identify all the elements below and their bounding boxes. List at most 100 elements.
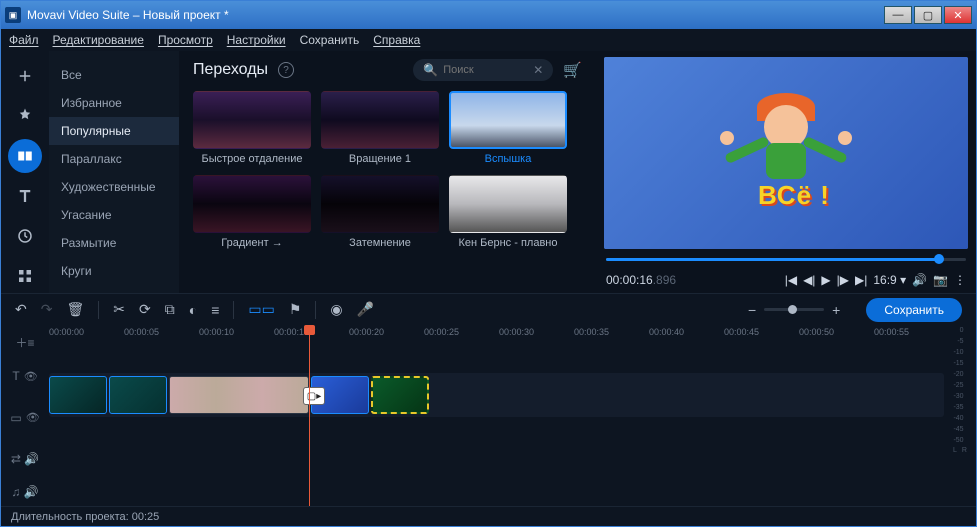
thumb-image [321, 175, 439, 233]
record-video-button[interactable]: ◉ [330, 301, 342, 318]
zoom-out-button[interactable]: − [748, 302, 756, 318]
titles-track-header[interactable]: T 👁 [12, 362, 37, 389]
video-track-header[interactable]: ▭ 👁 [10, 396, 39, 439]
category-item[interactable]: Угасание [49, 201, 179, 229]
browser-header: Переходы ? 🔍 ✕ 🛒 [193, 59, 582, 81]
maximize-button[interactable]: ▢ [914, 6, 942, 24]
category-item[interactable]: Круги [49, 257, 179, 285]
category-item[interactable]: Все [49, 61, 179, 89]
undo-button[interactable]: ↶ [15, 301, 27, 318]
timeline-area: ＋≡ T 👁 ▭ 👁 ⇄ 🔊 ♫ 🔊 00:00:0000:00:0500:00… [1, 325, 976, 506]
clear-search-icon[interactable]: ✕ [533, 63, 543, 77]
search-box[interactable]: 🔍 ✕ [413, 59, 553, 81]
preview-pane: ВСё ! 00:00:16.896 |◀ ◀| ▶ |▶ ▶| 16:9 ▾ … [596, 51, 976, 293]
marker-button[interactable]: ⚑ [289, 301, 302, 318]
time-ruler[interactable]: 00:00:0000:00:0500:00:1000:00:1500:00:20… [49, 325, 944, 343]
zoom-slider[interactable] [764, 308, 824, 311]
search-input[interactable] [443, 64, 533, 76]
menu-settings[interactable]: Настройки [227, 33, 286, 47]
crop-button[interactable]: ⧉ [165, 301, 175, 318]
playhead[interactable] [309, 325, 310, 506]
more-tool[interactable] [8, 259, 42, 293]
transition-wizard-button[interactable]: ▭▭ [248, 301, 274, 318]
close-button[interactable]: ✕ [944, 6, 972, 24]
thumb-label: Вращение 1 [321, 153, 439, 165]
meter-tick: -5 [957, 338, 963, 345]
rotate-button[interactable]: ⟳ [139, 301, 151, 318]
prev-frame-button[interactable]: ◀| [803, 273, 815, 287]
snapshot-icon[interactable]: 📷 [933, 273, 948, 287]
search-icon: 🔍 [423, 63, 438, 77]
timeline-toolbar: ↶ ↷ 🗑 ✂ ⟳ ⧉ ◐ ≡ ▭▭ ⚑ ◉ 🎤 − + Сохранить [1, 293, 976, 325]
overlay-text: ВСё ! [758, 180, 830, 211]
stickers-tool[interactable] [8, 219, 42, 253]
audio-track-header[interactable]: ♫ 🔊 [11, 479, 38, 506]
meter-tick: -45 [953, 426, 963, 433]
clip-2[interactable] [109, 376, 167, 414]
scrub-handle[interactable] [934, 254, 944, 264]
play-button[interactable]: ▶ [821, 273, 830, 287]
transition-thumb[interactable]: Быстрое отдаление [193, 91, 311, 165]
titles-track[interactable] [49, 343, 944, 371]
category-item[interactable]: Избранное [49, 89, 179, 117]
thumb-label: Вспышка [449, 153, 567, 165]
window-controls: — ▢ ✕ [884, 6, 972, 24]
delete-button[interactable]: 🗑 [66, 301, 84, 318]
transitions-tool[interactable] [8, 139, 42, 173]
transition-thumb[interactable]: Вращение 1 [321, 91, 439, 165]
volume-icon[interactable]: 🔊 [912, 273, 927, 287]
video-preview[interactable]: ВСё ! [604, 57, 968, 249]
thumb-label: Градиент → [193, 237, 311, 249]
audio-track[interactable] [49, 449, 944, 477]
menu-help[interactable]: Справка [373, 33, 420, 47]
transition-thumb[interactable]: Кен Бернс - плавно [449, 175, 567, 249]
next-frame-button[interactable]: |▶ [837, 273, 849, 287]
filters-tool[interactable] [8, 99, 42, 133]
add-track-button[interactable]: ＋≡ [15, 329, 34, 356]
menu-edit[interactable]: Редактирование [53, 33, 144, 47]
statusbar: Длительность проекта: 00:25 [1, 506, 976, 526]
transitions-browser: Переходы ? 🔍 ✕ 🛒 Быстрое отдаление Вращен… [179, 51, 596, 293]
adjust-button[interactable]: ≡ [211, 302, 219, 318]
cart-icon[interactable]: 🛒 [563, 61, 582, 79]
minimize-button[interactable]: — [884, 6, 912, 24]
browser-title: Переходы [193, 61, 268, 79]
category-item[interactable]: Размытие [49, 229, 179, 257]
color-button[interactable]: ◐ [189, 302, 197, 318]
transition-badge[interactable]: ▢▸ [303, 387, 325, 405]
scrub-bar[interactable] [604, 249, 968, 267]
zoom-in-button[interactable]: + [832, 302, 840, 318]
meter-tick: -10 [953, 349, 963, 356]
transition-thumb[interactable]: Затемнение [321, 175, 439, 249]
cut-button[interactable]: ✂ [113, 301, 125, 318]
clip-3[interactable] [169, 376, 309, 414]
record-audio-button[interactable]: 🎤 [357, 301, 374, 318]
clip-1[interactable] [49, 376, 107, 414]
redo-button[interactable]: ↷ [41, 301, 53, 318]
clip-5[interactable] [371, 376, 429, 414]
link-track-header[interactable]: ⇄ 🔊 [11, 445, 39, 472]
timeline-body[interactable]: 00:00:0000:00:0500:00:1000:00:1500:00:20… [49, 325, 944, 506]
menu-file[interactable]: Файл [9, 33, 39, 47]
video-track[interactable]: ▢▸ [49, 373, 944, 417]
preview-more-icon[interactable]: ⋮ [954, 273, 966, 287]
ruler-tick: 00:00:30 [499, 327, 534, 337]
ruler-tick: 00:00:10 [199, 327, 234, 337]
goto-end-button[interactable]: ▶| [855, 273, 867, 287]
export-button[interactable]: Сохранить [866, 298, 962, 322]
category-item[interactable]: Популярные [49, 117, 179, 145]
menu-view[interactable]: Просмотр [158, 33, 213, 47]
category-item[interactable]: Параллакс [49, 145, 179, 173]
aspect-ratio[interactable]: 16:9 ▾ [873, 273, 906, 287]
menu-save[interactable]: Сохранить [300, 33, 360, 47]
import-tool[interactable] [8, 59, 42, 93]
category-item[interactable]: Художественные [49, 173, 179, 201]
transition-thumb[interactable]: Градиент → [193, 175, 311, 249]
goto-start-button[interactable]: |◀ [785, 273, 797, 287]
info-icon[interactable]: ? [278, 62, 294, 78]
transition-thumb[interactable]: Вспышка [449, 91, 567, 165]
linked-audio-track[interactable] [49, 419, 944, 447]
titles-tool[interactable] [8, 179, 42, 213]
meter-tick: -25 [953, 382, 963, 389]
meter-tick: 0 [960, 327, 964, 334]
